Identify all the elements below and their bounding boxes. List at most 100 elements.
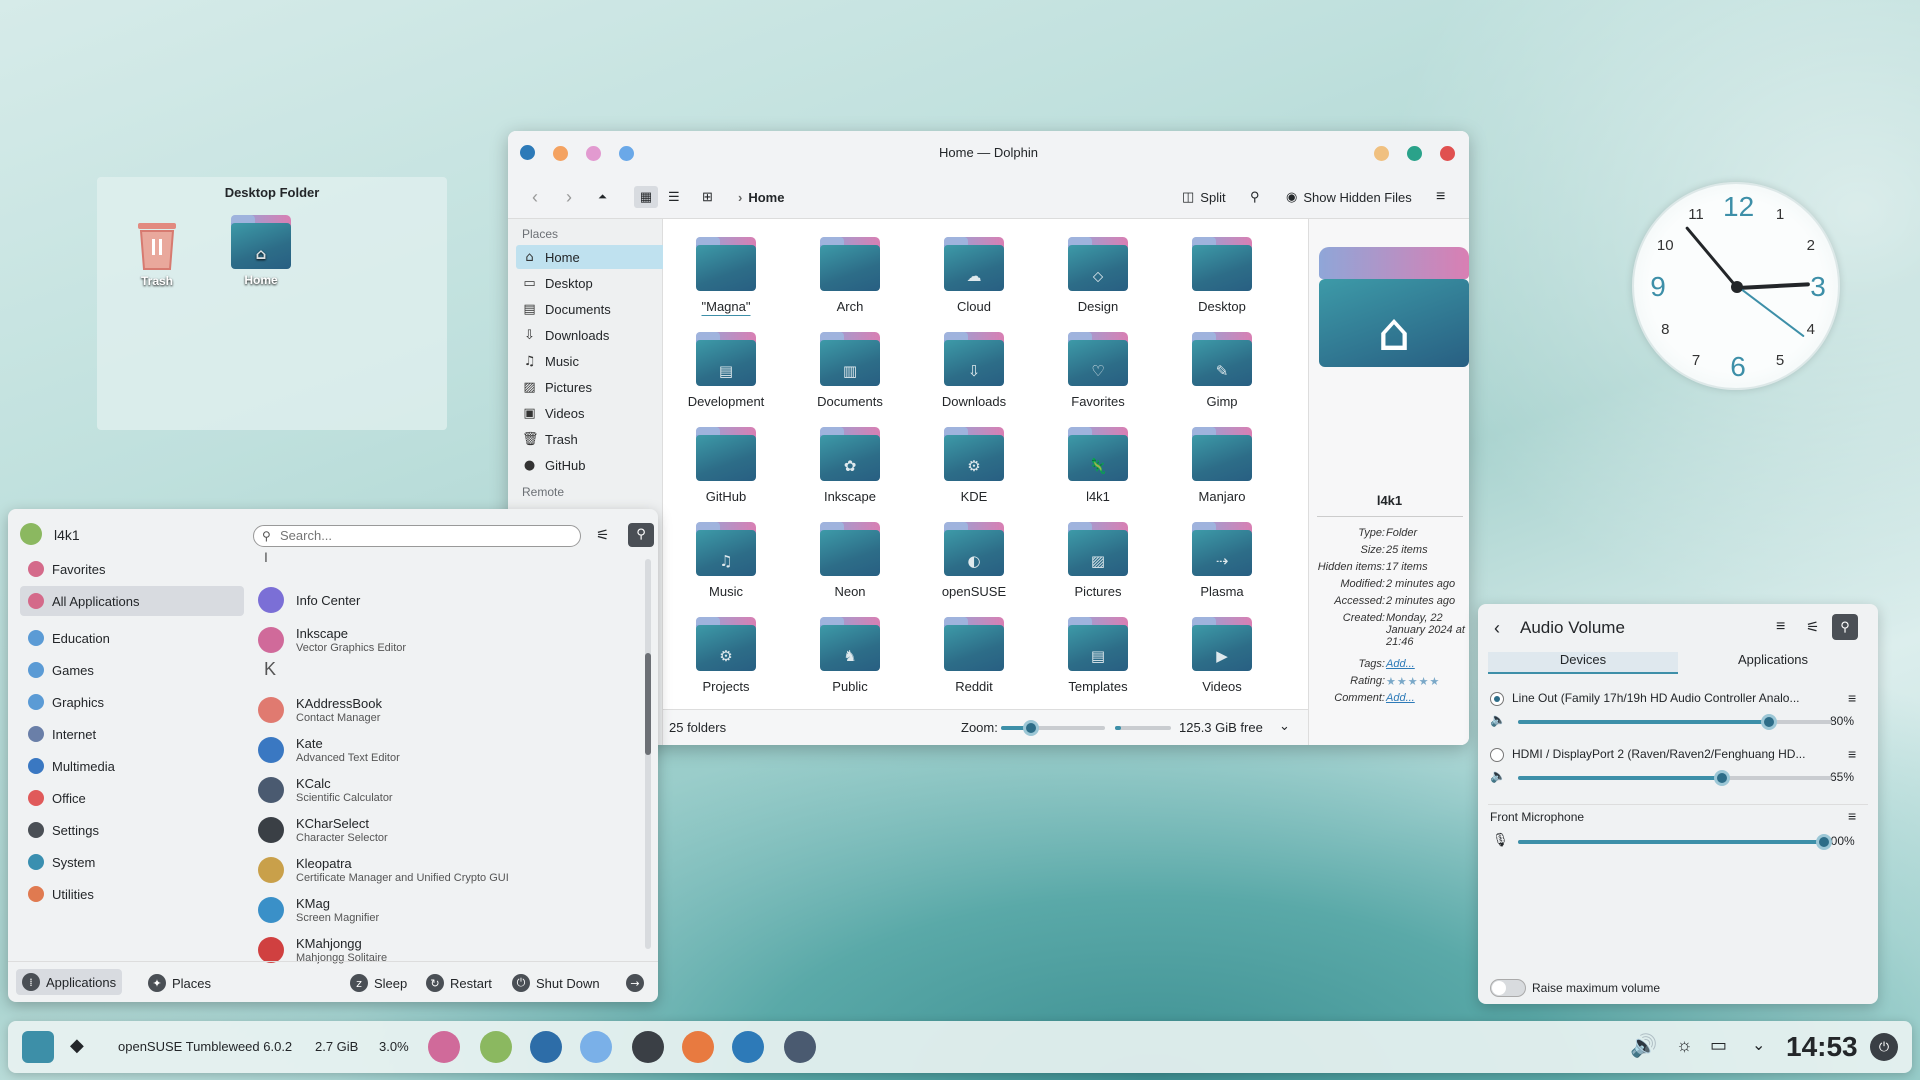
restart-button[interactable]: ↻ Restart — [426, 972, 492, 994]
folder-item[interactable]: ◐ openSUSE — [919, 522, 1029, 599]
tree-view-icon[interactable]: ⊞ — [702, 186, 713, 208]
app-item[interactable]: Info Center — [258, 583, 638, 621]
folder-item[interactable]: "Magna" — [671, 237, 781, 314]
monitor-task-icon[interactable] — [530, 1031, 562, 1063]
sidebar-item-videos[interactable]: ▣ Videos — [516, 401, 666, 425]
inkscape-task-icon[interactable] — [428, 1031, 460, 1063]
hamburger-menu-icon[interactable]: ≡ — [1848, 690, 1856, 706]
pin-icon[interactable]: ⚲ — [628, 523, 654, 547]
gecko-task-icon[interactable] — [480, 1031, 512, 1063]
category-education[interactable]: Education — [20, 623, 244, 653]
brightness-icon[interactable]: ☼ — [1676, 1035, 1693, 1056]
volume-slider[interactable] — [1518, 714, 1832, 730]
search-input[interactable] — [280, 528, 570, 543]
free-space-text[interactable]: 125.3 GiB free — [1179, 720, 1263, 735]
power-icon[interactable]: ⏻ — [1870, 1033, 1898, 1061]
folder-item[interactable]: ▤ Development — [671, 332, 781, 409]
sidebar-item-pictures[interactable]: ▨ Pictures — [516, 375, 666, 399]
search-icon[interactable]: ⚲ — [1250, 186, 1260, 208]
app-item[interactable]: KCharSelect Character Selector — [258, 813, 638, 851]
folder-item[interactable]: GitHub — [671, 427, 781, 504]
default-device-radio[interactable] — [1490, 748, 1504, 762]
category-office[interactable]: Office — [20, 783, 244, 813]
folder-item[interactable]: ✿ Inkscape — [795, 427, 905, 504]
folder-item[interactable]: ▶ Videos — [1167, 617, 1277, 694]
category-all-applications[interactable]: All Applications — [20, 586, 244, 616]
desktop-trash[interactable]: Trash — [117, 215, 197, 288]
app-launcher-icon[interactable] — [22, 1031, 54, 1063]
sidebar-item-home[interactable]: ⌂ Home — [516, 245, 666, 269]
raise-volume-toggle[interactable] — [1490, 979, 1526, 997]
folder-item[interactable]: ♞ Public — [795, 617, 905, 694]
leave-button[interactable]: → — [626, 972, 644, 994]
chevron-down-icon[interactable]: ⌄ — [1279, 718, 1290, 734]
folder-item[interactable]: ▥ Documents — [795, 332, 905, 409]
back-icon[interactable]: ‹ — [1494, 618, 1500, 639]
folder-item[interactable]: ☁ Cloud — [919, 237, 1029, 314]
show-hidden-button[interactable]: ◉ Show Hidden Files — [1286, 186, 1412, 208]
kde-task-icon[interactable] — [580, 1031, 612, 1063]
app-item[interactable]: KCalc Scientific Calculator — [258, 773, 638, 811]
volume-icon[interactable]: 🔊 — [1630, 1033, 1657, 1059]
desktop-home[interactable]: ⌂ Home — [221, 215, 301, 287]
app-item[interactable]: KAddressBook Contact Manager — [258, 693, 638, 731]
pin-icon[interactable]: ⚲ — [1832, 614, 1858, 640]
forward-icon[interactable]: › — [566, 186, 572, 208]
maximize-button[interactable] — [1407, 146, 1422, 161]
minimize-button[interactable] — [1374, 146, 1389, 161]
app-item[interactable]: Kleopatra Certificate Manager and Unified… — [258, 853, 638, 891]
sidebar-item-trash[interactable]: 🗑 Trash — [516, 427, 666, 451]
up-icon[interactable]: ⏶ — [598, 186, 607, 208]
folder-item[interactable]: ⚙ Projects — [671, 617, 781, 694]
category-settings[interactable]: Settings — [20, 815, 244, 845]
app-item[interactable]: Kate Advanced Text Editor — [258, 733, 638, 771]
details-view-icon[interactable]: ☰ — [668, 186, 680, 208]
category-graphics[interactable]: Graphics — [20, 687, 244, 717]
dolphin-task-icon[interactable] — [732, 1031, 764, 1063]
info-value[interactable]: Add... — [1386, 658, 1469, 670]
folder-item[interactable]: Manjaro — [1167, 427, 1277, 504]
hamburger-menu-icon[interactable]: ≡ — [1776, 618, 1785, 636]
tab-devices[interactable]: Devices — [1488, 652, 1678, 674]
mic-slider[interactable] — [1518, 834, 1832, 850]
layers-icon[interactable]: ◆ — [70, 1035, 84, 1056]
folder-item[interactable]: Neon — [795, 522, 905, 599]
folder-item[interactable]: ⇩ Downloads — [919, 332, 1029, 409]
sleep-button[interactable]: z Sleep — [350, 972, 407, 994]
configure-icon[interactable]: ⚟ — [596, 526, 609, 544]
app-item[interactable]: Inkscape Vector Graphics Editor — [258, 623, 638, 661]
places-tab[interactable]: ✦ Places — [148, 972, 211, 994]
speaker-icon[interactable]: 🔈 — [1490, 768, 1506, 784]
tab-applications[interactable]: Applications — [1678, 652, 1868, 674]
icons-view-icon[interactable]: ▦ — [634, 186, 658, 208]
scrollbar[interactable] — [645, 559, 651, 949]
sidebar-item-desktop[interactable]: ▭ Desktop — [516, 271, 666, 295]
kcalc-task-icon[interactable] — [784, 1031, 816, 1063]
split-button[interactable]: ◫ Split — [1182, 186, 1226, 208]
settings-task-icon[interactable] — [632, 1031, 664, 1063]
app-item[interactable]: KMag Screen Magnifier — [258, 893, 638, 931]
default-device-radio[interactable] — [1490, 692, 1504, 706]
folder-item[interactable]: Desktop — [1167, 237, 1277, 314]
sidebar-item-documents[interactable]: ▤ Documents — [516, 297, 666, 321]
firefox-task-icon[interactable] — [682, 1031, 714, 1063]
category-games[interactable]: Games — [20, 655, 244, 685]
hamburger-menu-icon[interactable]: ≡ — [1436, 186, 1445, 208]
configure-icon[interactable]: ⚟ — [1806, 618, 1819, 636]
speaker-icon[interactable]: 🔈 — [1490, 712, 1506, 728]
chevron-down-icon[interactable]: ⌄ — [1752, 1035, 1765, 1055]
folder-item[interactable]: ▤ Templates — [1043, 617, 1153, 694]
category-favorites[interactable]: Favorites — [20, 554, 244, 584]
breadcrumb[interactable]: › Home — [738, 186, 784, 208]
scrollbar-thumb[interactable] — [645, 653, 651, 755]
microphone-icon[interactable]: 🎙 — [1492, 832, 1509, 848]
search-field[interactable]: ⚲ — [253, 525, 581, 547]
folder-item[interactable]: ♫ Music — [671, 522, 781, 599]
folder-item[interactable]: ✎ Gimp — [1167, 332, 1277, 409]
folder-item[interactable]: ▨ Pictures — [1043, 522, 1153, 599]
sidebar-item-downloads[interactable]: ⇩ Downloads — [516, 323, 666, 347]
shutdown-button[interactable]: ⏻ Shut Down — [512, 972, 600, 994]
network-icon[interactable]: ▭ — [1710, 1035, 1727, 1056]
folder-item[interactable]: ♡ Favorites — [1043, 332, 1153, 409]
hamburger-menu-icon[interactable]: ≡ — [1848, 808, 1856, 824]
